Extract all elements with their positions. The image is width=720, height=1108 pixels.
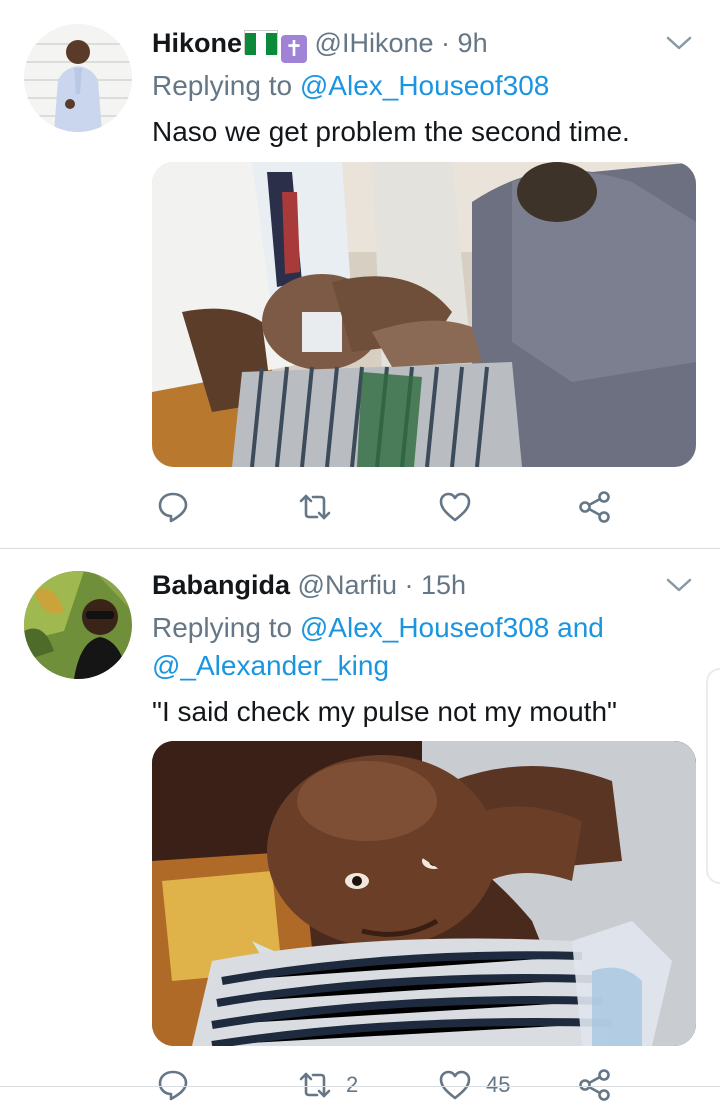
mention-link[interactable]: @Alex_Houseof308	[300, 612, 549, 643]
photo-image	[152, 741, 696, 1046]
tweet-header: Babangida @Narfiu · 15h	[152, 570, 466, 601]
replying-to: Replying to @Alex_Houseof308 and	[152, 612, 604, 644]
latin-cross-icon: ✝	[281, 35, 308, 63]
chevron-down-icon[interactable]	[664, 32, 694, 54]
tweet-header: Hikone ✝ @IHikone · 9h	[152, 28, 488, 63]
timestamp[interactable]: 15h	[421, 570, 466, 600]
like-icon[interactable]	[438, 490, 472, 524]
tweet-divider	[0, 548, 720, 549]
reply-icon[interactable]	[156, 1068, 190, 1102]
share-icon[interactable]	[578, 1068, 612, 1102]
replying-to-line-2: @_Alexander_king	[152, 650, 389, 682]
mention-link[interactable]: @Alex_Houseof308	[300, 70, 549, 101]
tweet-text: "I said check my pulse not my mouth"	[152, 696, 617, 727]
handle[interactable]: @IHikone	[315, 28, 434, 58]
nigeria-flag-icon	[244, 30, 279, 55]
photo-image	[152, 162, 696, 467]
replying-prefix: Replying to	[152, 612, 293, 643]
display-name[interactable]: Hikone	[152, 28, 242, 58]
replying-to: Replying to @Alex_Houseof308	[152, 70, 549, 102]
separator-dot: ·	[404, 570, 414, 600]
floating-button-edge[interactable]	[706, 668, 720, 884]
bottom-divider	[0, 1086, 720, 1087]
display-name[interactable]: Babangida	[152, 570, 290, 600]
like-icon[interactable]	[438, 1068, 472, 1102]
avatar[interactable]	[24, 24, 132, 132]
tweet-photo[interactable]	[152, 741, 696, 1046]
separator-dot: ·	[441, 28, 451, 58]
replying-prefix: Replying to	[152, 70, 293, 101]
mention-joiner: and	[557, 612, 604, 643]
chevron-down-icon[interactable]	[664, 574, 694, 596]
retweet-icon[interactable]	[298, 490, 332, 524]
avatar-image	[24, 571, 132, 679]
avatar[interactable]	[24, 571, 132, 679]
mention-link[interactable]: @_Alexander_king	[152, 650, 389, 681]
like-count: 45	[486, 1072, 511, 1097]
reply-icon[interactable]	[156, 490, 190, 524]
timestamp[interactable]: 9h	[458, 28, 488, 58]
tweet-photo[interactable]	[152, 162, 696, 467]
tweet-actions: 2 45	[0, 1068, 720, 1108]
tweet-actions	[0, 490, 720, 530]
retweet-count: 2	[346, 1072, 359, 1097]
handle[interactable]: @Narfiu	[298, 570, 397, 600]
avatar-image	[24, 24, 132, 132]
tweet-text: Naso we get problem the second time.	[152, 116, 630, 147]
share-icon[interactable]	[578, 490, 612, 524]
retweet-icon[interactable]	[298, 1068, 332, 1102]
